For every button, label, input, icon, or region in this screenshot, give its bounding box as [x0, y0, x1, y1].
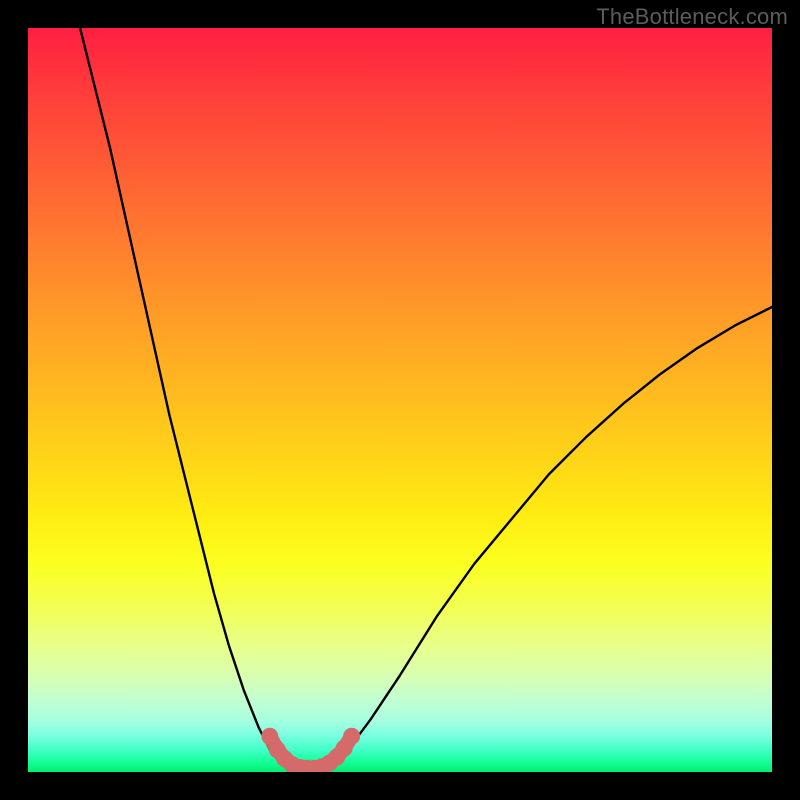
- plot-area: [28, 28, 772, 772]
- bottleneck-curve: [80, 28, 772, 771]
- watermark-text: TheBottleneck.com: [596, 4, 788, 30]
- chart-frame: TheBottleneck.com: [0, 0, 800, 800]
- marker-dot: [343, 728, 360, 745]
- chart-svg: [28, 28, 772, 772]
